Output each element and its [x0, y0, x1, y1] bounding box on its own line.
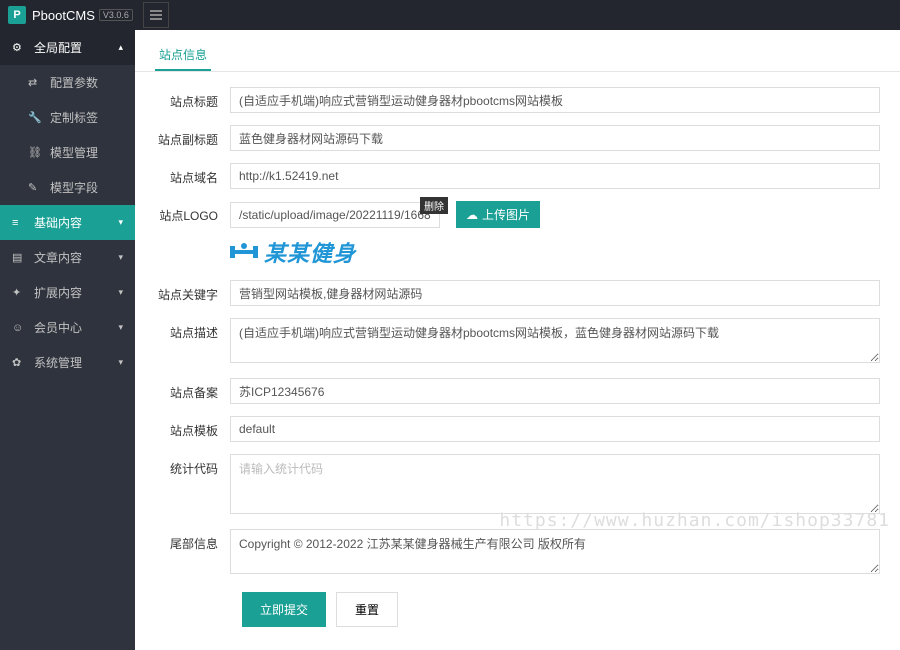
tab-bar: 站点信息: [135, 30, 900, 72]
chevron-down-icon: ▾: [118, 252, 123, 263]
chevron-down-icon: ▾: [118, 287, 123, 298]
sidebar-label: 配置参数: [50, 74, 98, 91]
chevron-up-icon: ▴: [118, 42, 123, 53]
upload-label: 上传图片: [482, 206, 530, 223]
sidebar-label: 基础内容: [34, 214, 82, 231]
sidebar-item-fields[interactable]: ✎ 模型字段: [0, 170, 135, 205]
sidebar-item-article[interactable]: ▤ 文章内容 ▾: [0, 240, 135, 275]
wrench-icon: 🔧: [28, 111, 42, 124]
input-icp[interactable]: [230, 378, 880, 404]
link-icon: ⛓: [28, 146, 42, 159]
input-logo-path[interactable]: [230, 202, 440, 228]
sidebar-label: 系统管理: [34, 354, 82, 371]
sidebar-label: 模型字段: [50, 179, 98, 196]
chevron-down-icon: ▾: [118, 322, 123, 333]
menu-toggle-button[interactable]: [143, 2, 169, 28]
input-domain[interactable]: [230, 163, 880, 189]
textarea-desc[interactable]: (自适应手机端)响应式营销型运动健身器材pbootcms网站模板，蓝色健身器材网…: [230, 318, 880, 363]
fitness-icon: [230, 240, 258, 264]
input-subtitle[interactable]: [230, 125, 880, 151]
input-template[interactable]: [230, 416, 880, 442]
edit-icon: ✎: [28, 181, 42, 194]
chevron-down-icon: ▾: [118, 217, 123, 228]
sliders-icon: ⇄: [28, 76, 42, 89]
version-badge: V3.0.6: [99, 9, 133, 21]
sidebar-item-member[interactable]: ☺ 会员中心 ▾: [0, 310, 135, 345]
upload-button[interactable]: ☁ 上传图片: [456, 201, 540, 228]
textarea-footer[interactable]: Copyright © 2012-2022 江苏某某健身器械生产有限公司 版权所…: [230, 529, 880, 574]
tab-site-info[interactable]: 站点信息: [155, 40, 211, 71]
cloud-upload-icon: ☁: [466, 208, 478, 222]
sidebar-item-models[interactable]: ⛓ 模型管理: [0, 135, 135, 170]
gear-icon: ⚙: [12, 41, 26, 54]
label-domain: 站点域名: [155, 163, 230, 186]
label-logo: 站点LOGO: [155, 201, 230, 224]
user-icon: ☺: [12, 322, 26, 334]
logo-icon: P: [8, 6, 26, 24]
sidebar-label: 模型管理: [50, 144, 98, 161]
input-title[interactable]: [230, 87, 880, 113]
sidebar-label: 定制标签: [50, 109, 98, 126]
sidebar-label: 全局配置: [34, 39, 82, 56]
logo-preview: 某某健身: [230, 236, 880, 268]
label-stats: 统计代码: [155, 454, 230, 477]
sidebar-item-system[interactable]: ✿ 系统管理 ▾: [0, 345, 135, 380]
sidebar-label: 扩展内容: [34, 284, 82, 301]
sidebar-item-basic[interactable]: ≡ 基础内容 ▾: [0, 205, 135, 240]
label-icp: 站点备案: [155, 378, 230, 401]
chevron-down-icon: ▾: [118, 357, 123, 368]
logo: P PbootCMS V3.0.6: [0, 6, 141, 24]
layers-icon: ≡: [12, 217, 26, 229]
document-icon: ▤: [12, 251, 26, 264]
label-keywords: 站点关键字: [155, 280, 230, 303]
puzzle-icon: ✦: [12, 286, 26, 299]
sidebar-item-params[interactable]: ⇄ 配置参数: [0, 65, 135, 100]
textarea-stats[interactable]: [230, 454, 880, 514]
label-template: 站点模板: [155, 416, 230, 439]
top-bar: P PbootCMS V3.0.6: [0, 0, 900, 30]
submit-button[interactable]: 立即提交: [242, 592, 326, 627]
site-form: 站点标题 站点副标题 站点域名 站点LOGO 删除 ☁: [135, 72, 900, 642]
cog-icon: ✿: [12, 356, 26, 369]
sidebar-label: 文章内容: [34, 249, 82, 266]
label-title: 站点标题: [155, 87, 230, 110]
hamburger-icon: [150, 10, 162, 20]
sidebar-item-global[interactable]: ⚙ 全局配置 ▴: [0, 30, 135, 65]
label-footer: 尾部信息: [155, 529, 230, 552]
tooltip-delete: 删除: [420, 197, 448, 214]
label-desc: 站点描述: [155, 318, 230, 341]
sidebar: ⚙ 全局配置 ▴ ⇄ 配置参数 🔧 定制标签 ⛓ 模型管理 ✎ 模型字段 ≡ 基…: [0, 30, 135, 650]
reset-button[interactable]: 重置: [336, 592, 398, 627]
input-keywords[interactable]: [230, 280, 880, 306]
label-subtitle: 站点副标题: [155, 125, 230, 148]
sidebar-item-extend[interactable]: ✦ 扩展内容 ▾: [0, 275, 135, 310]
sidebar-item-tags[interactable]: 🔧 定制标签: [0, 100, 135, 135]
logo-preview-text: 某某健身: [264, 236, 356, 268]
main-content: 站点信息 站点标题 站点副标题 站点域名 站点LOGO 删除: [135, 30, 900, 650]
sidebar-label: 会员中心: [34, 319, 82, 336]
logo-text: PbootCMS: [32, 8, 95, 23]
